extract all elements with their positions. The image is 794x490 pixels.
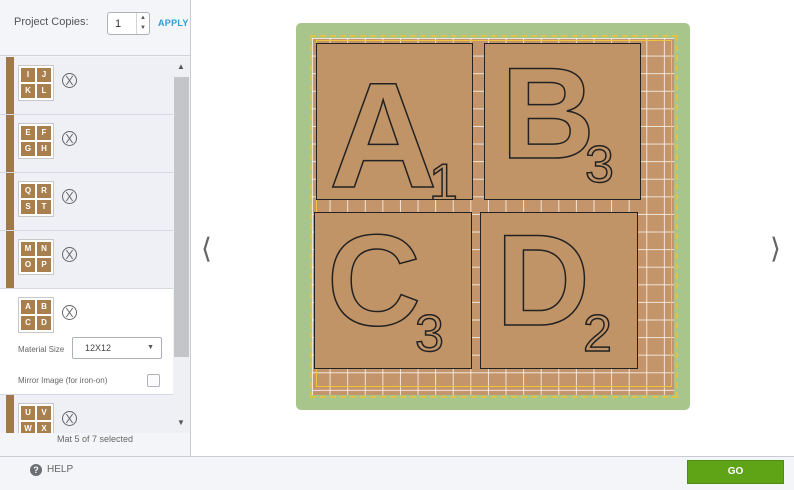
hide-mat-icon[interactable] bbox=[62, 305, 77, 320]
previous-mat-icon[interactable]: ⟨ bbox=[201, 232, 212, 265]
project-copies-row: Project Copies: 1 ▲ ▼ APPLY bbox=[0, 0, 190, 56]
cutting-mat: A 1 B 3 C 3 D 2 bbox=[296, 23, 690, 410]
tile-letter: D bbox=[496, 213, 590, 353]
thumb-tile: V bbox=[37, 406, 51, 420]
thumb-tile: R bbox=[37, 184, 51, 198]
mat-thumbnail: Q R S T bbox=[18, 181, 54, 217]
scroll-up-icon[interactable]: ▲ bbox=[177, 62, 185, 71]
chevron-down-icon: ▼ bbox=[147, 344, 154, 351]
thumb-tile: J bbox=[37, 68, 51, 82]
letter-tile[interactable]: A 1 bbox=[316, 43, 473, 200]
hide-mat-icon[interactable] bbox=[62, 247, 77, 262]
thumb-tile: G bbox=[21, 142, 35, 156]
letter-tile-art: B 3 bbox=[500, 44, 614, 195]
mat-item[interactable]: U V W X bbox=[0, 395, 173, 433]
thumb-tile: A bbox=[21, 300, 35, 314]
decrement-icon[interactable]: ▼ bbox=[137, 23, 149, 33]
letter-tile[interactable]: C 3 bbox=[314, 212, 472, 369]
tile-letter: A bbox=[329, 51, 437, 200]
tile-letter: C bbox=[327, 213, 421, 353]
sidebar: Project Copies: 1 ▲ ▼ APPLY I J K L E F … bbox=[0, 0, 191, 456]
project-copies-input[interactable]: 1 ▲ ▼ bbox=[107, 12, 150, 35]
thumb-tile: T bbox=[37, 200, 51, 214]
hide-mat-icon[interactable] bbox=[62, 411, 77, 426]
thumb-tile: W bbox=[21, 422, 35, 433]
thumb-tile: E bbox=[21, 126, 35, 140]
thumb-tile: D bbox=[37, 316, 51, 330]
thumb-tile: U bbox=[21, 406, 35, 420]
mat-color-stripe bbox=[6, 395, 14, 433]
thumb-tile: H bbox=[37, 142, 51, 156]
material-size-label: Material Size bbox=[18, 345, 65, 354]
thumb-tile: F bbox=[37, 126, 51, 140]
mat-color-stripe bbox=[6, 289, 14, 394]
tile-subscript: 1 bbox=[429, 154, 458, 200]
mat-thumbnail: U V W X bbox=[18, 403, 54, 433]
thumb-tile: I bbox=[21, 68, 35, 82]
mat-color-stripe bbox=[6, 231, 14, 288]
hide-mat-icon[interactable] bbox=[62, 189, 77, 204]
thumb-tile: Q bbox=[21, 184, 35, 198]
mat-color-stripe bbox=[6, 115, 14, 172]
mat-item[interactable]: Q R S T bbox=[0, 173, 173, 231]
apply-button[interactable]: APPLY bbox=[158, 18, 189, 28]
help-icon[interactable]: ? bbox=[30, 464, 42, 476]
copies-spinner: ▲ ▼ bbox=[136, 13, 149, 34]
mat-item[interactable]: E F G H bbox=[0, 115, 173, 173]
mat-thumbnail: I J K L bbox=[18, 65, 54, 101]
next-mat-icon[interactable]: ⟩ bbox=[770, 232, 781, 265]
mat-color-stripe bbox=[6, 173, 14, 230]
letter-tile[interactable]: D 2 bbox=[480, 212, 638, 369]
project-copies-value: 1 bbox=[115, 18, 122, 30]
increment-icon[interactable]: ▲ bbox=[137, 13, 149, 23]
material-size-value: 12X12 bbox=[85, 343, 112, 353]
mirror-image-label: Mirror Image (for iron-on) bbox=[18, 376, 108, 385]
mat-list: I J K L E F G H Q R S T M N O P A B C D … bbox=[0, 57, 173, 433]
letter-tile-art: A 1 bbox=[328, 50, 458, 200]
scroll-thumb[interactable] bbox=[174, 77, 189, 357]
mat-selection-status: Mat 5 of 7 selected bbox=[56, 434, 134, 444]
thumb-tile: P bbox=[37, 258, 51, 272]
thumb-tile: M bbox=[21, 242, 35, 256]
letter-tile-art: C 3 bbox=[326, 213, 444, 364]
tile-subscript: 3 bbox=[415, 305, 444, 363]
thumb-tile: X bbox=[37, 422, 51, 433]
thumb-tile: L bbox=[37, 84, 51, 98]
mat-thumbnail: M N O P bbox=[18, 239, 54, 275]
footer-bar: ? HELP GO bbox=[0, 456, 794, 490]
thumb-tile: C bbox=[21, 316, 35, 330]
material-size-select[interactable]: 12X12 ▼ bbox=[72, 337, 162, 359]
project-copies-label: Project Copies: bbox=[14, 16, 89, 28]
thumb-tile: S bbox=[21, 200, 35, 214]
tile-subscript: 3 bbox=[585, 136, 614, 194]
hide-mat-icon[interactable] bbox=[62, 131, 77, 146]
go-button[interactable]: GO bbox=[687, 460, 784, 484]
mirror-image-checkbox[interactable] bbox=[147, 374, 160, 387]
tile-subscript: 2 bbox=[583, 305, 612, 363]
mat-thumbnail: E F G H bbox=[18, 123, 54, 159]
thumb-tile: N bbox=[37, 242, 51, 256]
scroll-down-icon[interactable]: ▼ bbox=[177, 418, 185, 427]
thumb-tile: O bbox=[21, 258, 35, 272]
thumb-tile: K bbox=[21, 84, 35, 98]
help-link[interactable]: HELP bbox=[47, 464, 73, 475]
app-window: Project Copies: 1 ▲ ▼ APPLY I J K L E F … bbox=[0, 0, 794, 490]
mat-preview-canvas: ⟨ ⟩ A 1 B 3 C 3 D 2 bbox=[192, 0, 794, 456]
mat-color-stripe bbox=[6, 57, 14, 114]
mat-list-scrollbar[interactable]: ▲ ▼ bbox=[173, 57, 190, 433]
hide-mat-icon[interactable] bbox=[62, 73, 77, 88]
mat-thumbnail: A B C D bbox=[18, 297, 54, 333]
tile-letter: B bbox=[501, 44, 595, 186]
letter-tile[interactable]: B 3 bbox=[484, 43, 641, 200]
mat-item[interactable]: I J K L bbox=[0, 57, 173, 115]
thumb-tile: B bbox=[37, 300, 51, 314]
mat-item[interactable]: M N O P bbox=[0, 231, 173, 289]
letter-tile-art: D 2 bbox=[495, 213, 612, 364]
